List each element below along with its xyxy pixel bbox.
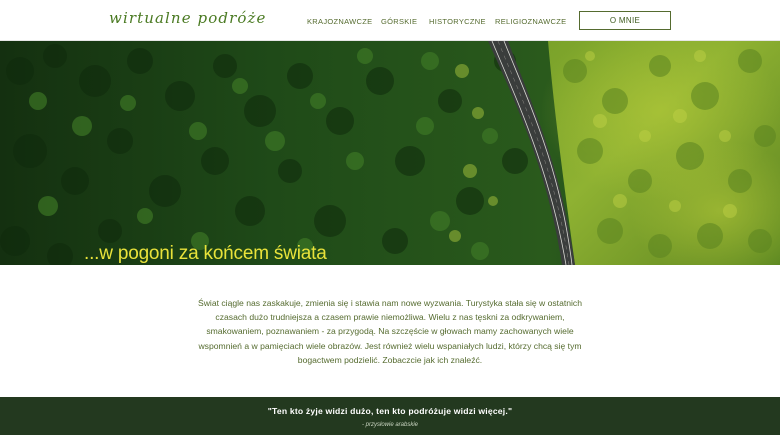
nav-link-gorskie[interactable]: GÓRSKIE xyxy=(381,17,417,26)
quote-footer: "Ten kto żyje widzi dużo, ten kto podróż… xyxy=(0,397,780,435)
nav-link-religioznawcze[interactable]: RELIGIOZNAWCZE xyxy=(495,17,566,26)
quote-text: "Ten kto żyje widzi dużo, ten kto podróż… xyxy=(267,406,513,416)
site-header: wirtualne podróże KRAJOZNAWCZE GÓRSKIE H… xyxy=(0,0,780,41)
nav-link-historyczne[interactable]: HISTORYCZNE xyxy=(429,17,486,26)
forest-road-image xyxy=(0,41,780,265)
page: wirtualne podróże KRAJOZNAWCZE GÓRSKIE H… xyxy=(0,0,780,435)
quote-source: - przysłowie arabskie xyxy=(361,422,419,428)
hero-banner: ...w pogoni za końcem świata xyxy=(0,41,780,265)
site-logo[interactable]: wirtualne podróże xyxy=(109,9,266,27)
about-me-button[interactable]: O MNIE xyxy=(579,11,671,30)
nav-link-krajoznawcze[interactable]: KRAJOZNAWCZE xyxy=(307,17,372,26)
intro-paragraph: Świat ciągle nas zaskakuje, zmienia się … xyxy=(197,298,583,365)
hero-title: ...w pogoni za końcem świata xyxy=(84,243,327,264)
